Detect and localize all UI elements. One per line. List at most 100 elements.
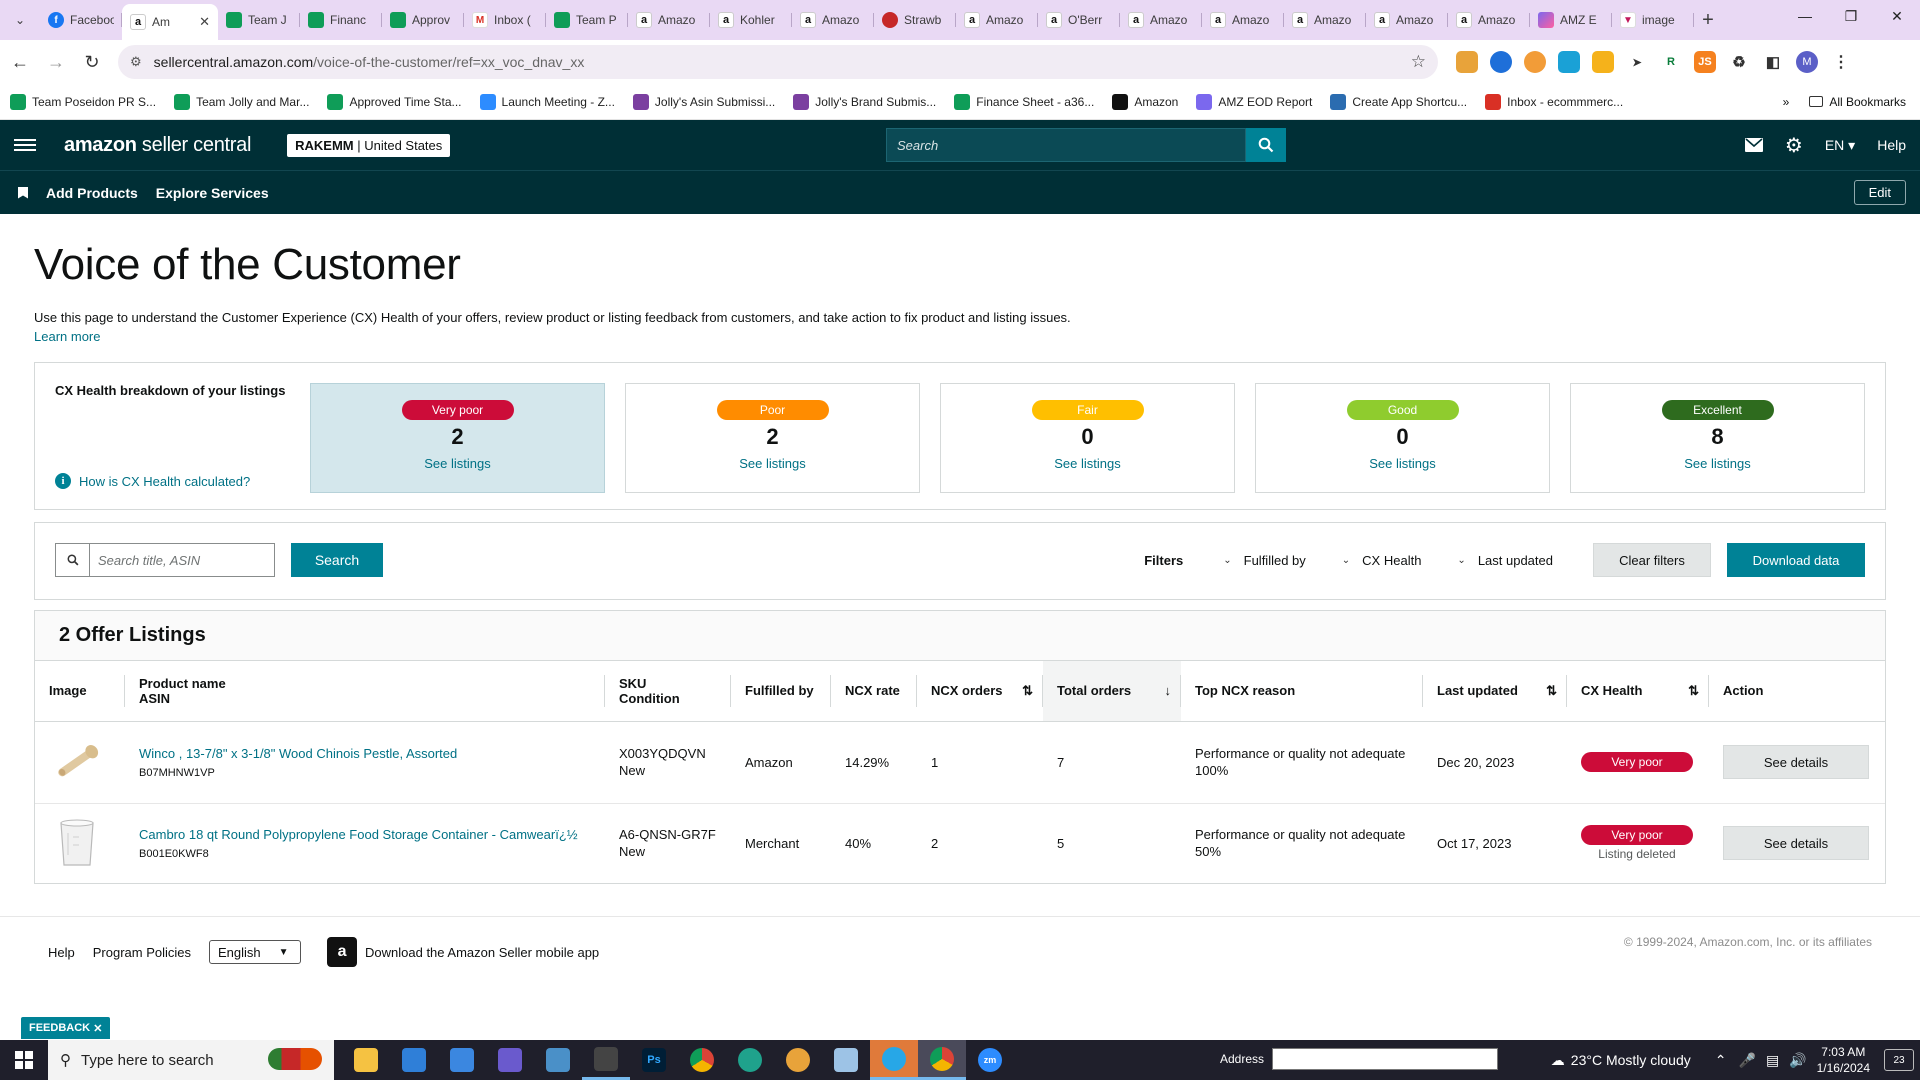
bookmark-star-icon[interactable]: ☆ <box>1411 52 1426 72</box>
restore-icon[interactable]: ❐ <box>1828 0 1874 32</box>
see-listings-link[interactable]: See listings <box>424 456 490 471</box>
extension-icon[interactable]: ➤ <box>1626 51 1648 73</box>
fulfilled-by-dropdown[interactable]: ⌄ Fulfilled by <box>1223 553 1306 568</box>
forward-icon[interactable]: → <box>40 46 72 78</box>
extension-icon[interactable] <box>1490 51 1512 73</box>
clear-filters-button[interactable]: Clear filters <box>1593 543 1711 577</box>
browser-tab[interactable]: a Am ✕ <box>122 4 218 40</box>
close-icon[interactable]: ✕ <box>93 1022 102 1035</box>
browser-tab[interactable]: Team P <box>546 4 628 36</box>
clock[interactable]: 7:03 AM 1/16/2024 <box>1817 1044 1870 1076</box>
sort-desc-icon[interactable]: ↓ <box>1165 683 1172 698</box>
taskbar-app[interactable] <box>342 1040 390 1080</box>
see-details-button[interactable]: See details <box>1723 745 1869 779</box>
chevron-up-icon[interactable]: ⌃ <box>1715 1052 1727 1069</box>
cx-health-card[interactable]: Very poor 2 See listings <box>310 383 605 493</box>
listing-search-input[interactable]: Search title, ASIN <box>89 543 275 577</box>
see-listings-link[interactable]: See listings <box>1369 456 1435 471</box>
taskbar-app[interactable] <box>390 1040 438 1080</box>
bookmark-item[interactable]: Inbox - ecommmerc... <box>1485 93 1623 110</box>
taskbar-app[interactable] <box>582 1040 630 1080</box>
browser-tab[interactable]: Approv <box>382 4 464 36</box>
browser-tab[interactable]: Team J <box>218 4 300 36</box>
taskbar-app[interactable]: Ps <box>630 1040 678 1080</box>
address-input[interactable] <box>1272 1048 1499 1070</box>
cx-health-card[interactable]: Poor 2 See listings <box>625 383 920 493</box>
browser-tab[interactable]: ▼ image <box>1612 4 1694 36</box>
taskbar-app[interactable] <box>678 1040 726 1080</box>
taskbar-app[interactable] <box>870 1040 918 1080</box>
site-info-icon[interactable]: ⚙ <box>130 54 142 70</box>
sort-icon[interactable]: ⇅ <box>1688 683 1699 699</box>
bookmark-item[interactable]: Create App Shortcu... <box>1330 93 1467 110</box>
footer-help-link[interactable]: Help <box>48 945 75 960</box>
bookmark-item[interactable]: Team Poseidon PR S... <box>10 93 156 110</box>
header-search-button[interactable] <box>1246 128 1286 162</box>
taskbar-app[interactable] <box>918 1040 966 1080</box>
bookmark-icon[interactable] <box>18 186 28 199</box>
taskbar-app[interactable]: zm <box>966 1040 1014 1080</box>
close-window-icon[interactable]: ✕ <box>1874 0 1920 32</box>
taskbar-app[interactable] <box>438 1040 486 1080</box>
product-name-link[interactable]: Cambro 18 qt Round Polypropylene Food St… <box>139 827 591 842</box>
learn-more-link[interactable]: Learn more <box>34 329 1886 344</box>
extension-icon[interactable] <box>1558 51 1580 73</box>
mobile-app-link[interactable]: Download the Amazon Seller mobile app <box>365 945 599 960</box>
bookmark-item[interactable]: Approved Time Sta... <box>327 93 462 110</box>
profile-avatar[interactable]: M <box>1796 51 1818 73</box>
bookmark-item[interactable]: AMZ EOD Report <box>1196 93 1312 110</box>
see-details-button[interactable]: See details <box>1723 826 1869 861</box>
browser-tab[interactable]: a Amazo <box>1448 4 1530 36</box>
sort-icon[interactable]: ⇅ <box>1022 683 1033 699</box>
extension-icon[interactable]: JS <box>1694 51 1716 73</box>
bookmark-item[interactable]: Finance Sheet - a36... <box>954 93 1094 110</box>
product-thumbnail[interactable] <box>49 734 105 790</box>
new-tab-button[interactable]: + <box>1694 9 1722 32</box>
bookmark-item[interactable]: Team Jolly and Mar... <box>174 93 309 110</box>
help-link[interactable]: Help <box>1877 137 1906 153</box>
extensions-puzzle-icon[interactable]: ♻ <box>1728 51 1750 73</box>
browser-tab[interactable]: a O'Berr <box>1038 4 1120 36</box>
back-icon[interactable]: ← <box>4 46 36 78</box>
cx-health-card[interactable]: Fair 0 See listings <box>940 383 1235 493</box>
taskbar-app[interactable] <box>774 1040 822 1080</box>
browser-tab[interactable]: f Facebook <box>40 4 122 36</box>
notifications-button[interactable]: 23 <box>1884 1049 1914 1071</box>
browser-tab[interactable]: a Amazo <box>1284 4 1366 36</box>
download-data-button[interactable]: Download data <box>1727 543 1865 577</box>
extension-icon[interactable]: R <box>1660 51 1682 73</box>
col-last-updated[interactable]: Last updated ⇅ <box>1423 661 1567 722</box>
extension-icon[interactable] <box>1592 51 1614 73</box>
mail-icon[interactable] <box>1744 138 1763 152</box>
seller-central-logo[interactable]: amazon seller central <box>64 134 251 157</box>
bookmark-item[interactable]: Amazon <box>1112 93 1178 110</box>
address-bar[interactable]: ⚙ sellercentral.amazon.com/voice-of-the-… <box>118 45 1438 79</box>
footer-policies-link[interactable]: Program Policies <box>93 945 191 960</box>
browser-tab[interactable]: Financ <box>300 4 382 36</box>
product-thumbnail[interactable] <box>49 815 105 871</box>
bookmark-item[interactable]: Jolly's Brand Submis... <box>793 93 936 110</box>
explore-services-link[interactable]: Explore Services <box>156 185 269 201</box>
amazon-app-icon[interactable]: a <box>327 937 358 967</box>
browser-tab[interactable]: a Amazo <box>1120 4 1202 36</box>
header-search-input[interactable]: Search <box>886 128 1246 162</box>
edit-button[interactable]: Edit <box>1853 180 1906 205</box>
bookmark-item[interactable]: Jolly's Asin Submissi... <box>632 93 775 110</box>
browser-tab[interactable]: a Amazo <box>628 4 710 36</box>
taskbar-search[interactable]: ⚲ Type here to search <box>48 1040 334 1080</box>
taskbar-app[interactable] <box>726 1040 774 1080</box>
store-selector[interactable]: RAKEMM | United States <box>287 133 451 157</box>
add-products-link[interactable]: Add Products <box>46 185 138 201</box>
extension-icon[interactable] <box>1456 51 1478 73</box>
all-bookmarks-button[interactable]: All Bookmarks <box>1809 95 1906 109</box>
see-listings-link[interactable]: See listings <box>739 456 805 471</box>
weather-text[interactable]: 23°C Mostly cloudy <box>1571 1052 1691 1068</box>
minimize-icon[interactable]: — <box>1782 0 1828 32</box>
browser-tab[interactable]: AMZ E <box>1530 4 1612 36</box>
browser-tab[interactable]: a Amazo <box>792 4 874 36</box>
col-ncx-orders[interactable]: NCX orders ⇅ <box>917 661 1043 722</box>
cx-health-dropdown[interactable]: ⌄ CX Health <box>1342 553 1422 568</box>
cx-health-card[interactable]: Good 0 See listings <box>1255 383 1550 493</box>
taskbar-app[interactable] <box>822 1040 870 1080</box>
browser-tab[interactable]: M Inbox ( <box>464 4 546 36</box>
